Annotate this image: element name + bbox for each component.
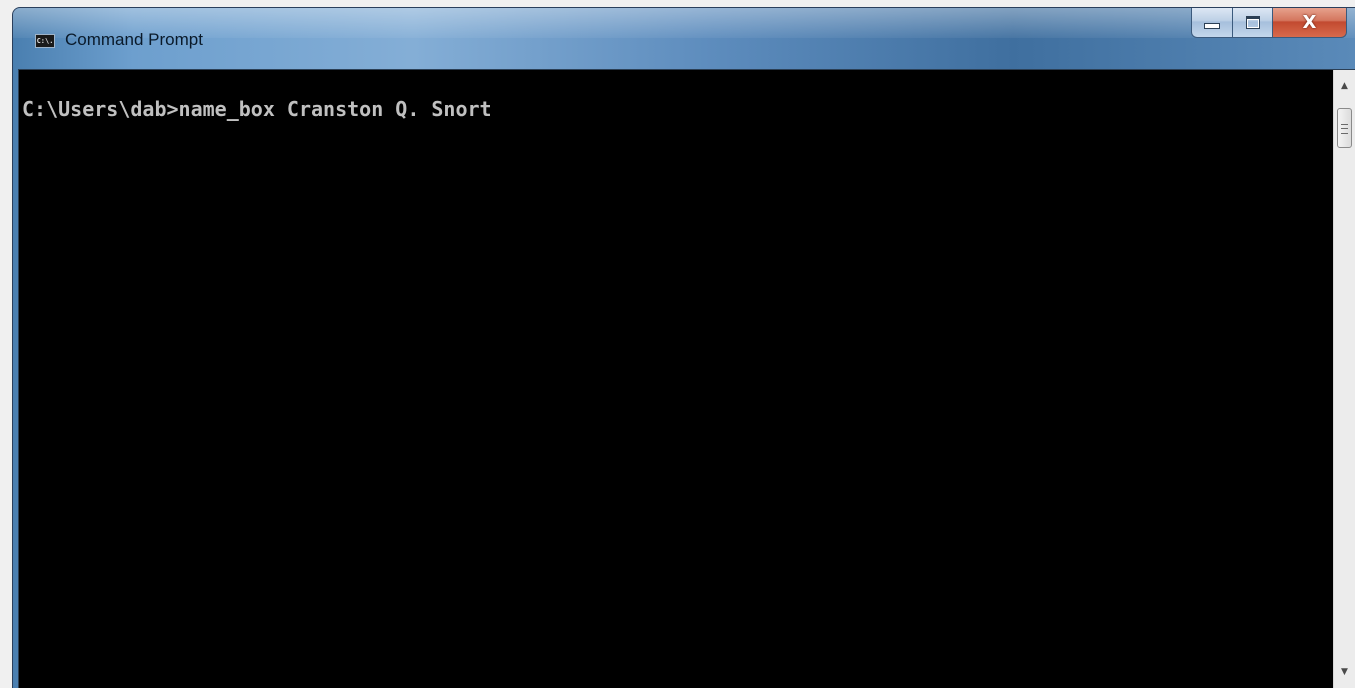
maximize-button[interactable] [1233,8,1273,38]
caption-buttons: X [1191,8,1347,39]
scrollbar-grip-icon [1341,124,1348,134]
cmd-icon[interactable]: C:\. [35,34,55,48]
console-output[interactable]: C:\Users\dab>name_box Cranston Q. Snort [19,70,1333,688]
console-area: C:\Users\dab>name_box Cranston Q. Snort … [18,69,1355,688]
close-button[interactable]: X [1273,8,1347,38]
console-line: C:\Users\dab>name_box Cranston Q. Snort [22,97,492,121]
vertical-scrollbar[interactable]: ▲ ▼ [1333,70,1355,688]
scrollbar-thumb[interactable] [1337,108,1352,148]
minimize-icon [1204,23,1220,29]
maximize-icon [1245,15,1260,29]
title-bar[interactable]: C:\. Command Prompt X [13,8,1355,68]
scroll-up-arrow-icon[interactable]: ▲ [1334,76,1355,96]
scroll-down-arrow-icon[interactable]: ▼ [1334,662,1355,682]
window-title: Command Prompt [65,30,203,49]
close-icon: X [1302,11,1317,33]
command-prompt-window: C:\. Command Prompt X C:\Users\dab>name_… [12,7,1355,688]
minimize-button[interactable] [1191,8,1233,38]
